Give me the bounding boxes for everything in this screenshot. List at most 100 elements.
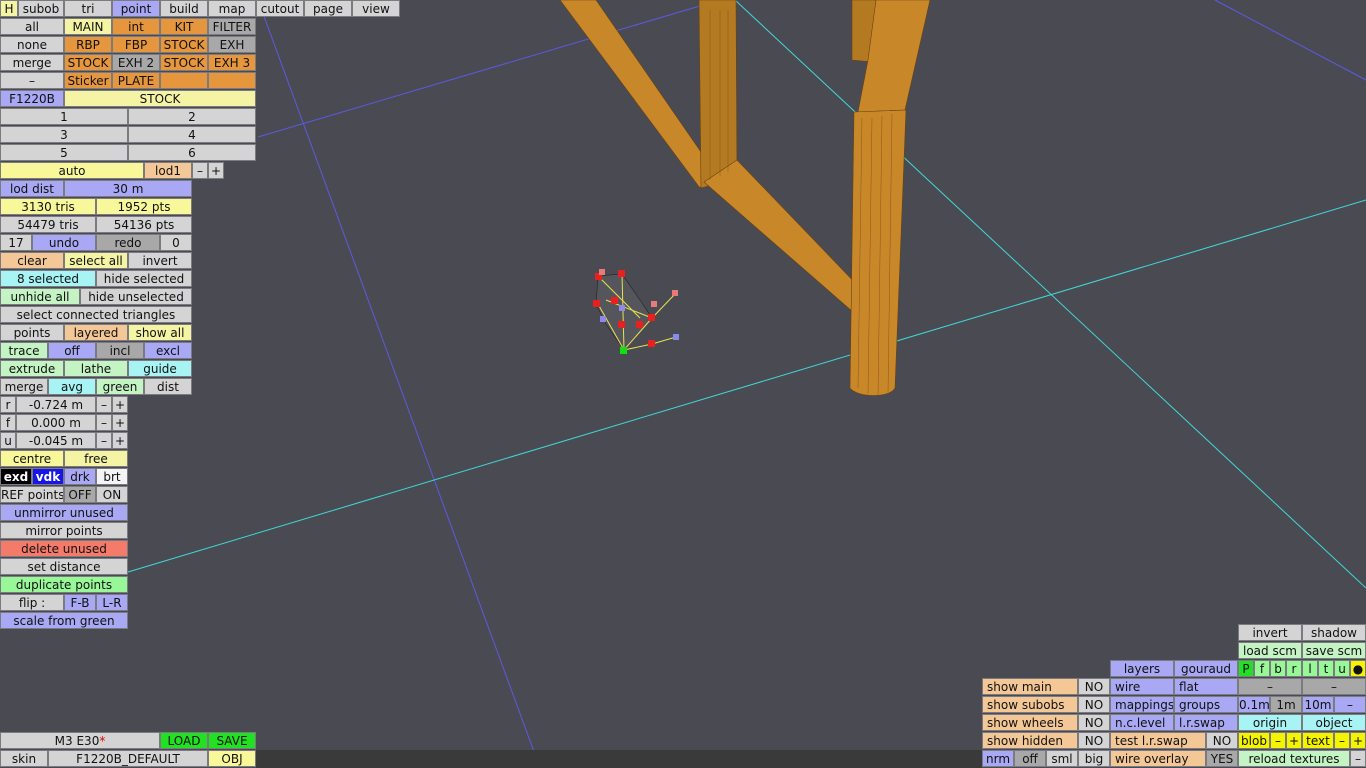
green-button[interactable]: green	[96, 378, 144, 395]
view-l-button[interactable]: l	[1302, 660, 1318, 677]
select-all-button[interactable]: select all	[64, 252, 128, 269]
mappings-button[interactable]: mappings	[1110, 696, 1174, 713]
unmirror-unused-button[interactable]: unmirror unused	[0, 504, 128, 521]
show-all-button[interactable]: show all	[128, 324, 192, 341]
mirror-points-button[interactable]: mirror points	[0, 522, 128, 539]
merge-subobs-button[interactable]: merge	[0, 54, 64, 71]
tab-point[interactable]: point	[112, 0, 160, 17]
invert-view-button[interactable]: invert	[1238, 624, 1302, 641]
show-hidden-toggle[interactable]: NO	[1078, 732, 1110, 749]
flat-button[interactable]: flat	[1174, 678, 1238, 695]
groups-button[interactable]: groups	[1174, 696, 1238, 713]
lr-swap-button[interactable]: l.r.swap	[1174, 714, 1238, 731]
subob-kit-button[interactable]: KIT	[160, 18, 208, 35]
tab-subob[interactable]: subob	[18, 0, 64, 17]
subob-stock-button[interactable]: STOCK	[160, 36, 208, 53]
tab-map[interactable]: map	[208, 0, 256, 17]
load-button[interactable]: LOAD	[160, 732, 208, 749]
lod-decrement-button[interactable]: –	[192, 162, 208, 179]
view-r-button[interactable]: r	[1286, 660, 1302, 677]
guide-button[interactable]: guide	[128, 360, 192, 377]
nc-level-button[interactable]: n.c.level	[1110, 714, 1174, 731]
subob-empty-2[interactable]	[208, 72, 256, 89]
unhide-all-button[interactable]: unhide all	[0, 288, 80, 305]
show-main-toggle[interactable]: NO	[1078, 678, 1110, 695]
reload-textures-minus-button[interactable]: –	[1350, 750, 1366, 767]
subob-dash-button[interactable]: –	[0, 72, 64, 89]
tab-build[interactable]: build	[160, 0, 208, 17]
flip-lr-button[interactable]: L-R	[96, 594, 128, 611]
view-b-button[interactable]: b	[1270, 660, 1286, 677]
r-decrement-button[interactable]: –	[96, 396, 112, 413]
subob-plate-button[interactable]: PLATE	[112, 72, 160, 89]
avg-button[interactable]: avg	[48, 378, 96, 395]
lod-level-button[interactable]: lod1	[144, 162, 192, 179]
exd-display-button[interactable]: exd	[0, 468, 32, 485]
view-u-button[interactable]: u	[1334, 660, 1350, 677]
subob-filter-button[interactable]: FILTER	[208, 18, 256, 35]
lod-increment-button[interactable]: +	[208, 162, 224, 179]
subob-empty-1[interactable]	[160, 72, 208, 89]
subob-main-button[interactable]: MAIN	[64, 18, 112, 35]
select-none-subobs-button[interactable]: none	[0, 36, 64, 53]
subob-exh-button[interactable]: EXH	[208, 36, 256, 53]
f-decrement-button[interactable]: –	[96, 414, 112, 431]
scale-from-green-button[interactable]: scale from green	[0, 612, 128, 629]
wire-button[interactable]: wire	[1110, 678, 1174, 695]
flip-fb-button[interactable]: F-B	[64, 594, 96, 611]
scale-10m-button[interactable]: 10m	[1302, 696, 1334, 713]
ref-points-on-button[interactable]: ON	[96, 486, 128, 503]
obj-button[interactable]: OBJ	[208, 750, 256, 767]
origin-button[interactable]: origin	[1238, 714, 1302, 731]
view-minus-left[interactable]: –	[1238, 678, 1302, 695]
subob-rbp-button[interactable]: RBP	[64, 36, 112, 53]
save-button[interactable]: SAVE	[208, 732, 256, 749]
tab-h[interactable]: H	[0, 0, 18, 17]
hide-selected-button[interactable]: hide selected	[96, 270, 192, 287]
view-f-button[interactable]: f	[1254, 660, 1270, 677]
slot-5-button[interactable]: 5	[0, 144, 128, 161]
vdk-display-button[interactable]: vdk	[32, 468, 64, 485]
blob-increment-button[interactable]: +	[1286, 732, 1302, 749]
drk-display-button[interactable]: drk	[64, 468, 96, 485]
select-all-subobs-button[interactable]: all	[0, 18, 64, 35]
file-name[interactable]: M3 E30*	[0, 732, 160, 749]
subob-fbp-button[interactable]: FBP	[112, 36, 160, 53]
u-value-field[interactable]: -0.045 m	[16, 432, 96, 449]
redo-button[interactable]: redo	[96, 234, 160, 251]
invert-selection-button[interactable]: invert	[128, 252, 192, 269]
slot-4-button[interactable]: 4	[128, 126, 256, 143]
hide-unselected-button[interactable]: hide unselected	[80, 288, 192, 305]
view-p-button[interactable]: P	[1238, 660, 1254, 677]
ref-points-off-button[interactable]: OFF	[64, 486, 96, 503]
subob-stock-2-button[interactable]: STOCK	[64, 54, 112, 71]
scale-1m-button[interactable]: 1m	[1270, 696, 1302, 713]
trace-off-button[interactable]: off	[48, 342, 96, 359]
tab-view[interactable]: view	[352, 0, 400, 17]
undo-button[interactable]: undo	[32, 234, 96, 251]
slot-2-button[interactable]: 2	[128, 108, 256, 125]
lod-dist-value[interactable]: 30 m	[64, 180, 192, 197]
lod-auto-button[interactable]: auto	[0, 162, 144, 179]
layered-mode-button[interactable]: layered	[64, 324, 128, 341]
lathe-button[interactable]: lathe	[64, 360, 128, 377]
subob-sticker-button[interactable]: Sticker	[64, 72, 112, 89]
text-increment-button[interactable]: +	[1350, 732, 1366, 749]
slot-1-button[interactable]: 1	[0, 108, 128, 125]
delete-unused-button[interactable]: delete unused	[0, 540, 128, 557]
tab-tri[interactable]: tri	[64, 0, 112, 17]
tab-page[interactable]: page	[304, 0, 352, 17]
set-distance-button[interactable]: set distance	[0, 558, 128, 575]
load-scm-button[interactable]: load scm	[1238, 642, 1302, 659]
show-wheels-toggle[interactable]: NO	[1078, 714, 1110, 731]
shadow-button[interactable]: shadow	[1302, 624, 1366, 641]
trace-excl-button[interactable]: excl	[144, 342, 192, 359]
dist-button[interactable]: dist	[144, 378, 192, 395]
points-mode-button[interactable]: points	[0, 324, 64, 341]
test-lr-swap-toggle[interactable]: NO	[1206, 732, 1238, 749]
show-subobs-toggle[interactable]: NO	[1078, 696, 1110, 713]
extrude-button[interactable]: extrude	[0, 360, 64, 377]
model-variant-button[interactable]: STOCK	[64, 90, 256, 107]
subob-exh2-button[interactable]: EXH 2	[112, 54, 160, 71]
object-button[interactable]: object	[1302, 714, 1366, 731]
